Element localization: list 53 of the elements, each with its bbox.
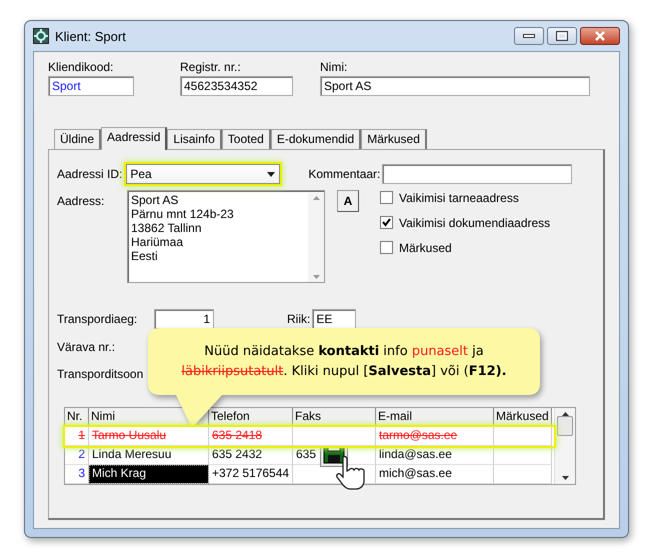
maximize-button[interactable]: [547, 27, 577, 45]
table-row[interactable]: 3 Mich Krag +372 5176544 mich@sas.ee: [65, 465, 554, 484]
minimize-icon: [523, 34, 535, 38]
field-label: Transpordiaeg:: [57, 312, 138, 326]
field-label: Nimi:: [320, 60, 348, 74]
field-label: Aadressi ID:: [57, 167, 122, 181]
address-field[interactable]: Sport AS Pärnu mnt 124b-23 13862 Tallinn Hariümaa Eesti: [127, 190, 325, 283]
text-field[interactable]: [382, 164, 572, 184]
table-cell: 1: [65, 427, 89, 446]
table-row[interactable]: 1 Tarmo Uusalu 635 2418 tarmo@sas.ee: [65, 427, 554, 446]
text-field[interactable]: 45623534352: [180, 76, 293, 96]
close-icon: [594, 31, 606, 41]
dropdown[interactable]: Pea: [126, 164, 280, 184]
tab[interactable]: Lisainfo: [167, 129, 222, 149]
table-cell: +372 5176544: [209, 465, 293, 484]
close-button[interactable]: [580, 27, 620, 45]
caret-icon: [267, 172, 276, 176]
scrollbar-thumb[interactable]: [557, 416, 573, 436]
scroll-down-icon[interactable]: [562, 476, 568, 480]
scrollbar[interactable]: [554, 408, 575, 484]
minimize-button[interactable]: [514, 27, 544, 45]
checkbox[interactable]: [380, 241, 393, 254]
checkbox-label: Vaikimisi tarneaadress: [399, 190, 519, 204]
app-icon: [33, 28, 49, 44]
tab[interactable]: Üldine: [54, 129, 102, 149]
table-cell: tarmo@sas.ee: [376, 427, 494, 446]
field-label: Kommentaar:: [308, 167, 380, 181]
table-cell: mich@sas.ee: [376, 465, 494, 484]
field-label: Transporditsoon: [57, 367, 144, 381]
text-field[interactable]: EE: [312, 309, 356, 329]
field-label: Aadress:: [57, 193, 106, 210]
checkbox[interactable]: [380, 191, 393, 204]
maximize-icon: [556, 31, 568, 41]
tab[interactable]: E-dokumendid: [270, 129, 362, 149]
tab[interactable]: Märkused: [361, 129, 427, 149]
number-field[interactable]: 1: [154, 309, 214, 329]
field-label: Kliendikood:: [48, 60, 114, 74]
window-title: Klient: Sport: [55, 28, 126, 44]
field-label: Riik:: [287, 312, 310, 326]
tab[interactable]: Tooted: [222, 129, 271, 149]
tab[interactable]: Aadressid: [101, 127, 168, 150]
table-cell: 635 2418: [209, 427, 293, 446]
callout-text: Nüüd näidatakse kontakti info punaselt ja läbikriipsutatult. Kliki nupul [Salvesta] või (F12).: [180, 342, 508, 380]
checkbox-label: Vaikimisi dokumendiaadress: [399, 216, 550, 230]
checkbox[interactable]: [380, 216, 393, 229]
table-cell: Tarmo Uusalu: [89, 427, 209, 446]
format-button[interactable]: A: [337, 190, 359, 212]
field-label: Registr. nr.:: [180, 60, 242, 74]
text-field[interactable]: Sport AS: [320, 76, 590, 96]
checkbox-label: Märkused: [399, 240, 452, 254]
field-label: Värava nr.:: [57, 340, 116, 354]
table-cell: Mich Krag: [89, 465, 209, 484]
text-field[interactable]: Sport: [48, 76, 134, 96]
